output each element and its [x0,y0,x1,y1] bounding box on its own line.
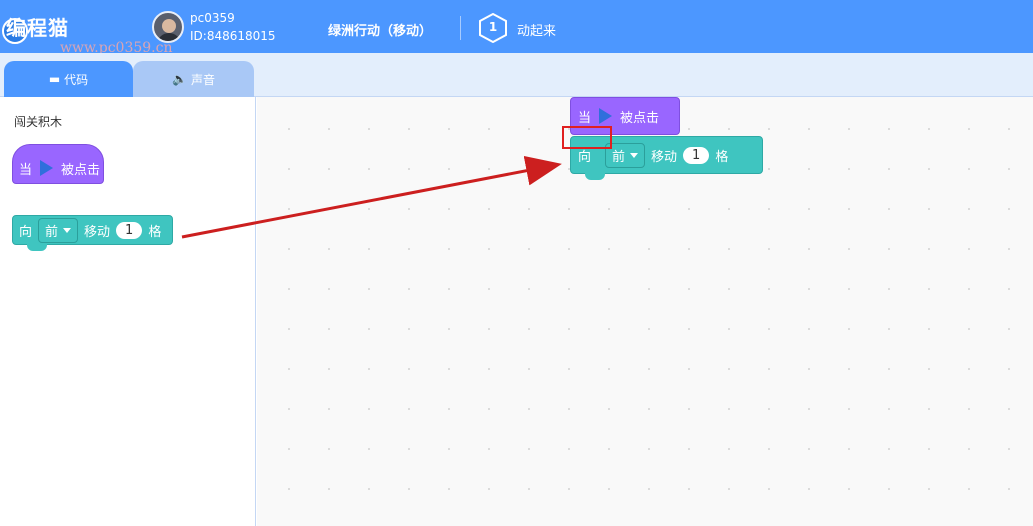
steps-input[interactable]: 1 [116,221,143,239]
move-prefix: 向 [19,224,33,240]
hat-suffix: 被点击 [61,162,101,178]
move-unit: 格 [148,224,162,240]
avatar[interactable] [152,11,184,43]
palette-title: 闯关积木 [14,115,63,129]
ws-move-unit: 格 [715,149,729,165]
caret-down-icon [63,227,72,233]
app-logo[interactable]: 编程猫 [6,12,69,41]
speaker-icon: 🔈 [172,72,187,86]
hat-prefix: 当 [19,162,33,178]
green-flag-play-icon [599,108,613,124]
direction-value: 前 [45,224,59,240]
tab-sound-label: 声音 [190,72,215,87]
palette-when-clicked-block[interactable]: 当 被点击 [12,144,104,184]
user-name: pc0359 [190,11,235,25]
top-bar: 编程猫 pc0359 ID:848618015 绿洲行动（移动） 1 动起来 w… [0,0,1033,56]
ws-direction-value: 前 [612,149,626,165]
level-title: 绿洲行动（移动） [328,24,433,39]
code-block-icon: ▬ [48,72,61,86]
block-notch [585,172,605,180]
highlight-box [562,126,612,149]
ws-move-action: 移动 [651,149,678,165]
step-number: 1 [488,20,498,34]
header-divider [460,16,461,40]
caret-down-icon [630,152,639,158]
move-action: 移动 [84,224,111,240]
user-id: ID:848618015 [190,29,276,43]
green-flag-play-icon [40,160,54,176]
block-palette: 闯关积木 当 被点击 向 前 移动 1 格 [0,97,256,526]
block-notch [27,243,47,251]
tab-bar: ▬ 代码 🔈 声音 [0,53,1033,97]
ws-steps-input[interactable]: 1 [683,146,710,164]
tab-code[interactable]: ▬ 代码 [4,61,133,97]
palette-move-block[interactable]: 向 前 移动 1 格 [12,215,173,251]
ws-hat-suffix: 被点击 [620,110,660,126]
direction-dropdown[interactable]: 前 [38,217,79,243]
ws-hat-prefix: 当 [578,110,592,126]
tab-code-label: 代码 [64,72,89,87]
tab-sound[interactable]: 🔈 声音 [133,61,254,97]
step-label: 动起来 [517,24,557,39]
